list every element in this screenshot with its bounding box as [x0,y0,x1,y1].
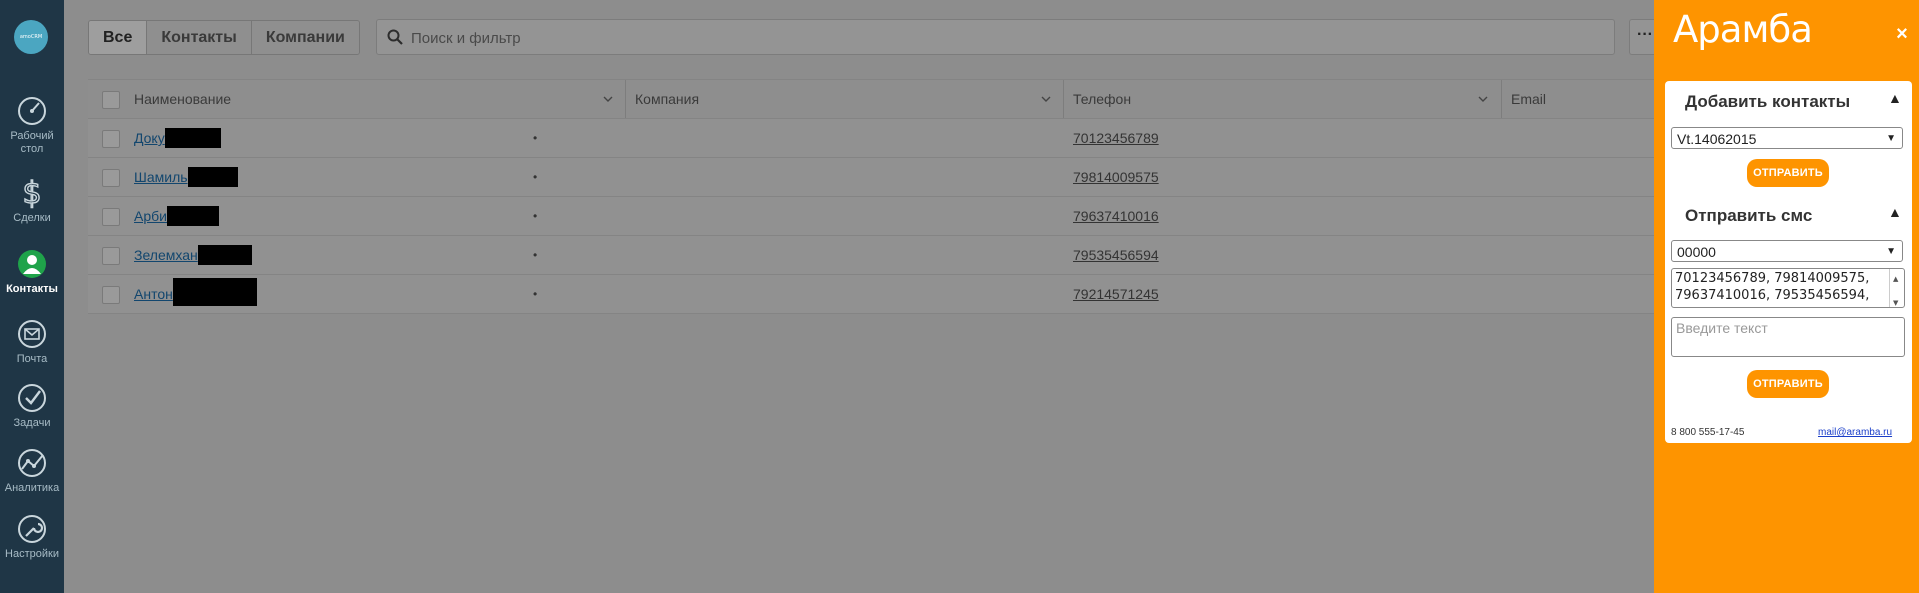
collapse-toggle[interactable]: ▲ [1888,90,1902,106]
scroll-down-icon[interactable]: ▼ [1893,295,1898,307]
chevron-down-icon[interactable] [1041,96,1051,102]
recipient-numbers: 70123456789, 79814009575, 79637410016, 7… [1675,271,1870,303]
svg-text:$: $ [22,177,41,209]
contacts-table: Наименование Компания Телефон Email Доку… [88,79,1654,314]
table-header: Наименование Компания Телефон Email [88,79,1654,119]
search-icon [387,29,403,45]
table-row[interactable]: Шамиль • 79814009575 [88,158,1654,197]
search-input[interactable] [409,20,1603,56]
redacted-block [197,244,252,265]
select-arrow-icon: ▼ [1886,246,1896,257]
dashboard-icon [18,97,46,125]
send-sms-title: Отправить смс [1685,206,1813,225]
check-icon [18,384,46,412]
nav-deals-label: Сделки [13,212,51,224]
collapse-toggle[interactable]: ▲ [1888,204,1902,220]
row-checkbox[interactable] [102,286,120,304]
contact-name-link[interactable]: Шамиль [134,169,188,185]
redacted-block [166,205,219,226]
scroll-up-icon[interactable]: ▲ [1893,271,1898,288]
left-navigation: amoCRM Рабочий стол $ Сделки Контакты По… [0,0,64,593]
aramba-logo: Арамба [1673,8,1813,51]
contact-name-link[interactable]: Арби [134,208,167,224]
dollar-icon: $ [22,177,42,209]
nav-contacts[interactable]: Контакты [0,248,64,296]
tab-all[interactable]: Все [89,21,148,54]
row-checkbox[interactable] [102,208,120,226]
recipient-numbers-field[interactable]: 70123456789, 79814009575, 79637410016, 7… [1671,268,1905,308]
main-content: Все Контакты Компании ··· Наименование К… [64,0,1660,593]
search-box[interactable] [376,19,1615,56]
nav-settings-label: Настройки [5,548,59,560]
nav-analytics-label: Аналитика [4,482,60,494]
phone-link[interactable]: 79535456594 [1073,247,1159,263]
sender-selected: 00000 [1677,244,1716,260]
support-email-link[interactable]: mail@aramba.ru [1818,427,1892,438]
nav-contacts-label: Контакты [6,283,58,295]
nav-mail-label: Почта [16,353,48,365]
add-contacts-title: Добавить контакты [1685,92,1851,111]
close-button[interactable]: × [1892,24,1912,44]
row-checkbox[interactable] [102,169,120,187]
analytics-icon [18,449,46,477]
scrollbar[interactable]: ▲ ▼ [1889,269,1904,307]
tab-companies[interactable]: Компании [251,21,359,54]
column-divider [1063,80,1064,118]
nav-settings[interactable]: Настройки [0,513,64,561]
add-contacts-send-button[interactable]: ОТПРАВИТЬ [1747,159,1829,187]
message-input[interactable] [1671,317,1905,357]
chevron-down-icon[interactable] [1478,96,1488,102]
nav-mail[interactable]: Почта [0,318,64,366]
nav-deals[interactable]: $ Сделки [0,177,64,225]
row-checkbox[interactable] [102,130,120,148]
tab-contacts[interactable]: Контакты [147,21,252,54]
column-header-phone[interactable]: Телефон [1073,80,1503,118]
table-row[interactable]: Арби • 79637410016 [88,197,1654,236]
column-header-company[interactable]: Компания [635,80,1065,118]
filter-tabs: Все Контакты Компании [88,20,360,55]
contact-name-link[interactable]: Зелемхан [134,247,198,263]
send-sms-button[interactable]: ОТПРАВИТЬ [1747,370,1829,398]
redacted-block [172,278,257,307]
table-row[interactable]: Доку • 70123456789 [88,119,1654,158]
contact-name-link[interactable]: Антон [134,286,173,302]
mail-icon [18,320,46,348]
phone-link[interactable]: 70123456789 [1073,130,1159,146]
wrench-icon [18,515,46,543]
row-checkbox[interactable] [102,247,120,265]
contact-name-link[interactable]: Доку [134,130,165,146]
company-empty-marker: • [533,170,538,184]
redacted-block [164,127,221,148]
nav-tasks[interactable]: Задачи [0,382,64,430]
select-all-checkbox[interactable] [102,91,120,109]
company-empty-marker: • [533,209,538,223]
aramba-widget-panel: Арамба × Добавить контакты ▲ Vt.14062015… [1654,0,1919,593]
phone-link[interactable]: 79814009575 [1073,169,1159,185]
support-phone: 8 800 555-17-45 [1671,427,1745,438]
table-row[interactable]: Антон • 79214571245 [88,275,1654,314]
nav-tasks-label: Задачи [13,417,51,429]
chevron-down-icon[interactable] [603,96,613,102]
redacted-block [187,166,238,187]
amocrm-logo[interactable]: amoCRM [14,20,48,54]
phone-link[interactable]: 79214571245 [1073,286,1159,302]
contacts-icon [18,250,46,278]
widget-card: Добавить контакты ▲ Vt.14062015 ▼ ОТПРАВ… [1665,81,1912,443]
column-divider [1501,80,1502,118]
select-arrow-icon: ▼ [1886,133,1896,144]
company-empty-marker: • [533,287,538,301]
nav-dashboard-label-2: стол [20,143,44,155]
sender-select[interactable]: 00000 ▼ [1671,240,1903,262]
phone-link[interactable]: 79637410016 [1073,208,1159,224]
nav-analytics[interactable]: Аналитика [0,447,64,495]
contact-list-selected: Vt.14062015 [1677,131,1757,147]
column-header-name[interactable]: Наименование [134,80,526,118]
company-empty-marker: • [533,248,538,262]
nav-dashboard[interactable]: Рабочий стол [0,95,64,156]
contact-list-select[interactable]: Vt.14062015 ▼ [1671,127,1903,149]
table-row[interactable]: Зелемхан • 79535456594 [88,236,1654,275]
company-empty-marker: • [533,131,538,145]
nav-dashboard-label-1: Рабочий [10,130,54,142]
column-divider [625,80,626,118]
